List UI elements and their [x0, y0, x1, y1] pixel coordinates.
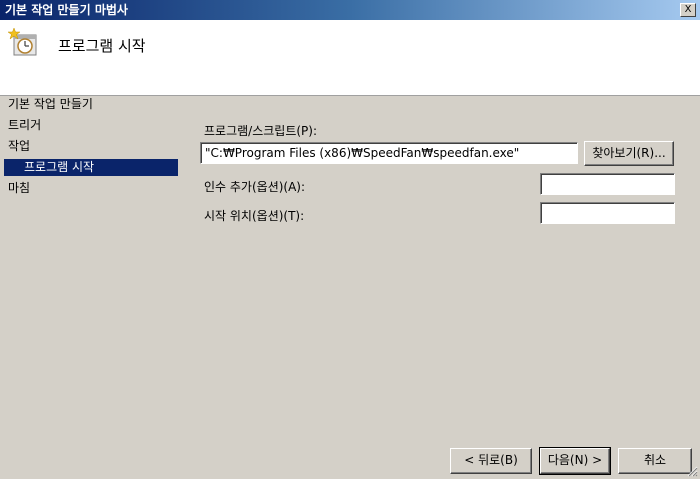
scheduled-task-clock-icon [8, 27, 37, 56]
program-script-label: 프로그램/스크립트(P): [204, 124, 318, 138]
program-script-input[interactable]: "C:₩Program Files (x86)₩SpeedFan₩speedfa… [200, 142, 578, 164]
start-in-label: 시작 위치(옵션)(T): [204, 209, 305, 223]
start-in-input[interactable] [540, 202, 675, 224]
resize-grip-icon[interactable] [686, 465, 698, 477]
step-finish[interactable]: 마침 [8, 180, 30, 197]
back-button[interactable]: < 뒤로(B) [450, 448, 532, 474]
close-button[interactable]: X [680, 3, 696, 17]
browse-button[interactable]: 찾아보기(R)... [584, 141, 674, 166]
wizard-step-list: 기본 작업 만들기 트리거 작업 프로그램 시작 마침 [0, 96, 190, 479]
step-start-program[interactable]: 프로그램 시작 [4, 159, 178, 176]
wizard-header: 프로그램 시작 [0, 20, 700, 96]
step-action[interactable]: 작업 [8, 138, 30, 155]
step-create-basic-task[interactable]: 기본 작업 만들기 [8, 96, 93, 113]
page-title: 프로그램 시작 [58, 37, 146, 55]
window-title: 기본 작업 만들기 마법사 [5, 3, 128, 17]
add-arguments-input[interactable] [540, 173, 675, 195]
title-bar: 기본 작업 만들기 마법사 X [0, 0, 700, 20]
add-arguments-label: 인수 추가(옵션)(A): [204, 180, 306, 194]
next-button[interactable]: 다음(N) > [539, 447, 611, 475]
cancel-button[interactable]: 취소 [618, 448, 692, 474]
step-trigger[interactable]: 트리거 [8, 117, 41, 134]
